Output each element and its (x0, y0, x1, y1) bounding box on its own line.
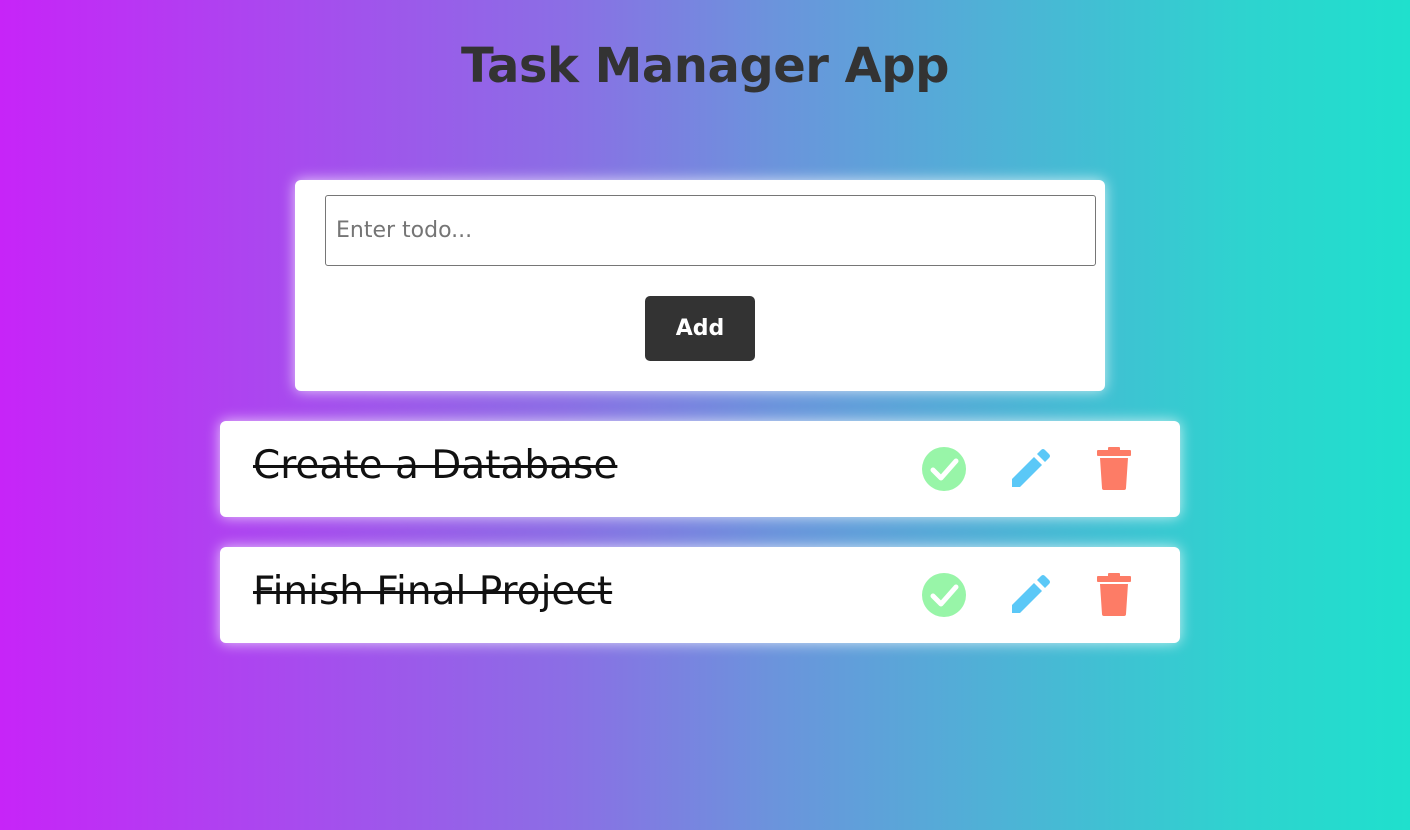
task-item: Create a Database (220, 421, 1180, 517)
pencil-icon (1012, 449, 1050, 487)
todo-form: Add (295, 180, 1105, 391)
delete-button[interactable] (1090, 571, 1138, 619)
task-text: Finish Final Project (253, 569, 613, 614)
edit-button[interactable] (1006, 445, 1054, 493)
edit-button[interactable] (1006, 571, 1054, 619)
todo-input[interactable] (325, 195, 1096, 266)
trash-icon (1097, 573, 1131, 616)
check-circle-icon (922, 447, 966, 491)
trash-icon (1097, 447, 1131, 490)
add-button[interactable]: Add (645, 296, 755, 361)
task-list: Create a Database Finish Final Project (220, 421, 1180, 673)
task-item: Finish Final Project (220, 547, 1180, 643)
delete-button[interactable] (1090, 445, 1138, 493)
page-title: Task Manager App (460, 38, 950, 94)
pencil-icon (1012, 575, 1050, 613)
task-text: Create a Database (253, 443, 618, 488)
check-circle-icon (922, 573, 966, 617)
complete-button[interactable] (920, 571, 968, 619)
complete-button[interactable] (920, 445, 968, 493)
